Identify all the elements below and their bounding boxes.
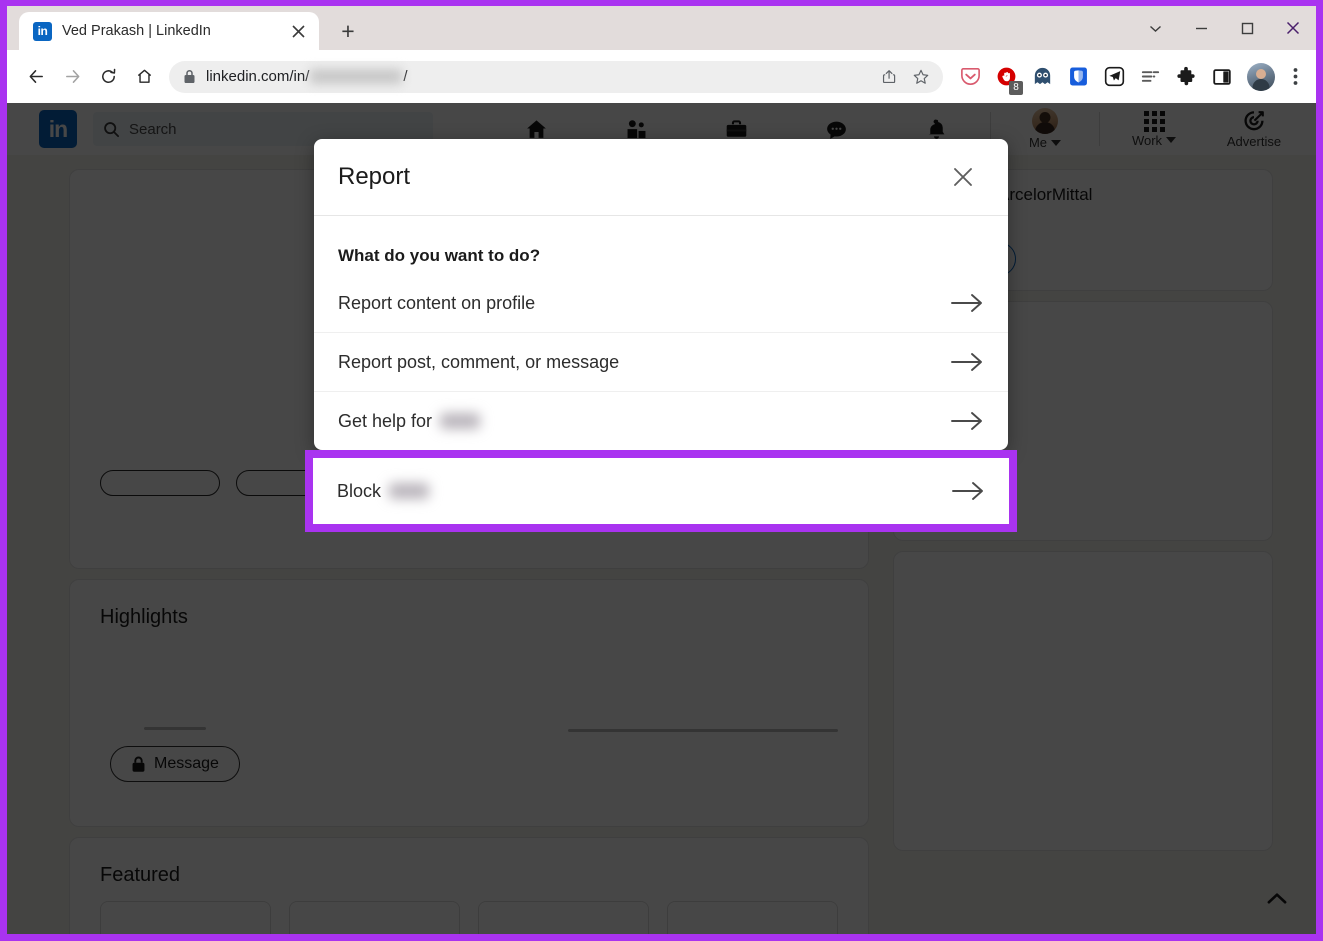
linkedin-favicon: in (33, 21, 52, 41)
page-viewport: in Search (7, 103, 1316, 934)
side-panel-icon[interactable] (1207, 62, 1237, 92)
address-bar[interactable]: linkedin.com/in/ / (169, 60, 943, 93)
highlight-annotation-box: Block (305, 450, 1017, 532)
reading-list-icon[interactable] (1135, 62, 1165, 92)
annotated-screenshot-frame: in Ved Prakash | LinkedIn + linkedin.com… (0, 0, 1323, 941)
right-arrow-icon (950, 292, 984, 314)
modal-header: Report (314, 139, 1008, 216)
option-label: Block (337, 480, 382, 501)
browser-tab-strip: in Ved Prakash | LinkedIn + (7, 6, 1316, 50)
forward-arrow-icon[interactable] (55, 60, 89, 94)
option-report-content-on-profile[interactable]: Report content on profile (314, 274, 1008, 333)
right-arrow-icon (951, 480, 985, 502)
option-report-post-comment-message[interactable]: Report post, comment, or message (314, 333, 1008, 392)
browser-window: in Ved Prakash | LinkedIn + linkedin.com… (7, 6, 1316, 934)
url-suffix: / (403, 68, 408, 85)
share-icon[interactable] (873, 61, 905, 93)
kebab-menu-icon[interactable] (1282, 60, 1308, 94)
report-modal: Report What do you want to do? Report co… (305, 139, 1017, 532)
browser-profile-avatar[interactable] (1247, 62, 1275, 91)
puzzle-extensions-icon[interactable] (1171, 62, 1201, 92)
lock-icon (183, 69, 196, 84)
maximize-icon[interactable] (1224, 6, 1270, 50)
modal-title: Report (338, 163, 411, 190)
modal-question: What do you want to do? (338, 246, 541, 265)
option-get-help-for[interactable]: Get help for (314, 392, 1008, 450)
browser-tab[interactable]: in Ved Prakash | LinkedIn (19, 12, 319, 50)
modal-close-icon[interactable] (944, 158, 982, 196)
back-arrow-icon[interactable] (19, 60, 53, 94)
redacted-username (310, 69, 403, 84)
new-tab-button[interactable]: + (333, 16, 363, 46)
reload-icon[interactable] (91, 60, 125, 94)
address-bar-url: linkedin.com/in/ / (206, 68, 408, 85)
option-label: Get help for (338, 410, 433, 431)
redacted-person-name (389, 483, 430, 499)
tab-close-icon[interactable] (287, 20, 309, 42)
ghostery-extension-icon[interactable] (1027, 62, 1057, 92)
tab-title: Ved Prakash | LinkedIn (62, 23, 211, 39)
right-arrow-icon (950, 351, 984, 373)
option-label: Report post, comment, or message (338, 351, 620, 372)
home-icon[interactable] (127, 60, 161, 94)
window-close-icon[interactable] (1270, 6, 1316, 50)
bitwarden-extension-icon[interactable] (1063, 62, 1093, 92)
telegram-extension-icon[interactable] (1099, 62, 1129, 92)
url-prefix: linkedin.com/in/ (206, 68, 310, 85)
option-label: Report content on profile (338, 292, 536, 313)
omnibox-actions (873, 61, 937, 93)
window-controls (1132, 6, 1316, 50)
browser-toolbar: linkedin.com/in/ / 8 (7, 50, 1316, 103)
star-icon[interactable] (905, 61, 937, 93)
tab-search-chevron-down-icon[interactable] (1132, 6, 1178, 50)
right-arrow-icon (950, 410, 984, 432)
minimize-icon[interactable] (1178, 6, 1224, 50)
adblock-badge-count: 8 (1009, 80, 1023, 95)
pocket-extension-icon[interactable] (955, 62, 985, 92)
adblock-extension-icon[interactable]: 8 (991, 62, 1023, 95)
option-block-user[interactable]: Block (313, 458, 1009, 524)
redacted-person-name (440, 413, 481, 429)
